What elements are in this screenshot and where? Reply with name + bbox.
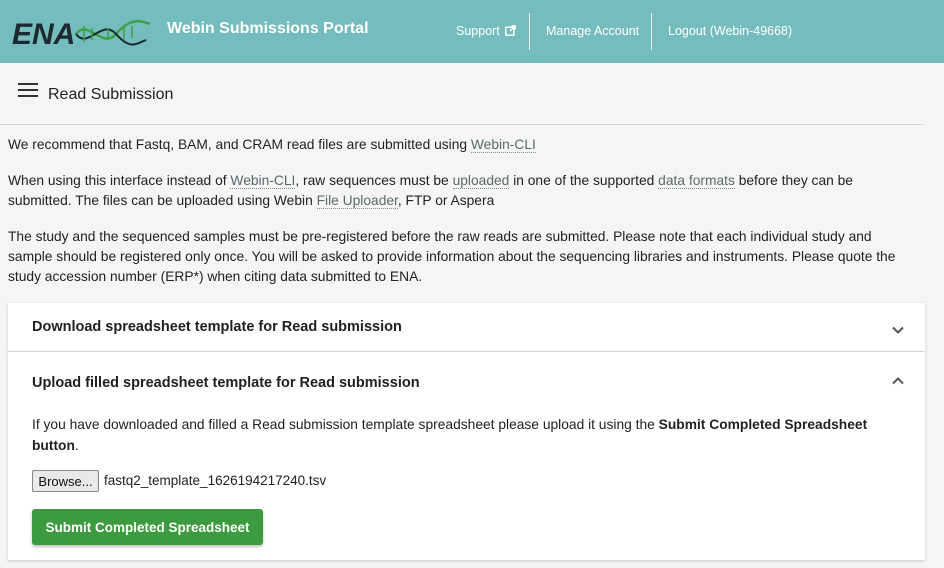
intro-text: , FTP or Aspera	[397, 193, 495, 208]
download-template-panel[interactable]: Download spreadsheet template for Read s…	[8, 303, 925, 351]
webin-cli-link[interactable]: Webin-CLI	[470, 137, 536, 153]
nav-divider	[529, 13, 530, 50]
data-formats-link[interactable]: data formats	[658, 173, 735, 189]
intro-paragraph-1: We recommend that Fastq, BAM, and CRAM r…	[8, 135, 918, 155]
upload-instructions-text: .	[74, 438, 79, 453]
support-link[interactable]: Support	[456, 24, 517, 38]
download-panel-title: Download spreadsheet template for Read s…	[32, 319, 402, 335]
intro-text: in one of the supported	[509, 173, 659, 188]
page-title: Read Submission	[48, 86, 174, 103]
intro-text: When using this interface instead of	[8, 173, 231, 188]
intro-text: We recommend that Fastq, BAM, and CRAM r…	[8, 137, 471, 152]
upload-instructions-text: If you have downloaded and filled a Read…	[32, 417, 659, 432]
file-uploader-link[interactable]: File Uploader	[316, 193, 398, 209]
intro-text: , raw sequences must be	[295, 173, 453, 188]
support-label: Support	[456, 24, 500, 38]
page-header: Read Submission	[0, 63, 924, 125]
browse-file-button[interactable]: Browse...	[32, 470, 99, 492]
intro-paragraph-2: When using this interface instead of Web…	[8, 171, 918, 211]
selected-file-name: fastq2_template_1626194217240.tsv	[104, 473, 327, 488]
chevron-up-icon[interactable]	[891, 374, 905, 388]
external-link-icon	[505, 25, 517, 36]
upload-panel-title[interactable]: Upload filled spreadsheet template for R…	[32, 375, 420, 391]
hamburger-menu-icon[interactable]	[18, 83, 38, 99]
manage-account-link[interactable]: Manage Account	[546, 24, 639, 38]
nav-divider	[651, 13, 652, 50]
webin-cli-link[interactable]: Webin-CLI	[230, 173, 296, 189]
dna-helix-icon: ENA	[12, 18, 151, 51]
uploaded-link[interactable]: uploaded	[452, 173, 510, 189]
top-bar: ENA Webin Submissions Portal Support Man…	[0, 0, 944, 63]
logo-text: ENA	[12, 18, 75, 51]
logout-link[interactable]: Logout (Webin-49668)	[668, 24, 792, 38]
intro-paragraph-3: The study and the sequenced samples must…	[8, 229, 896, 284]
ena-logo[interactable]: ENA	[12, 14, 154, 52]
portal-title[interactable]: Webin Submissions Portal	[167, 20, 369, 38]
chevron-down-icon[interactable]	[891, 323, 905, 337]
submit-spreadsheet-button[interactable]: Submit Completed Spreadsheet	[32, 509, 263, 545]
upload-instructions: If you have downloaded and filled a Read…	[32, 414, 902, 456]
upload-template-panel: Upload filled spreadsheet template for R…	[8, 352, 925, 560]
